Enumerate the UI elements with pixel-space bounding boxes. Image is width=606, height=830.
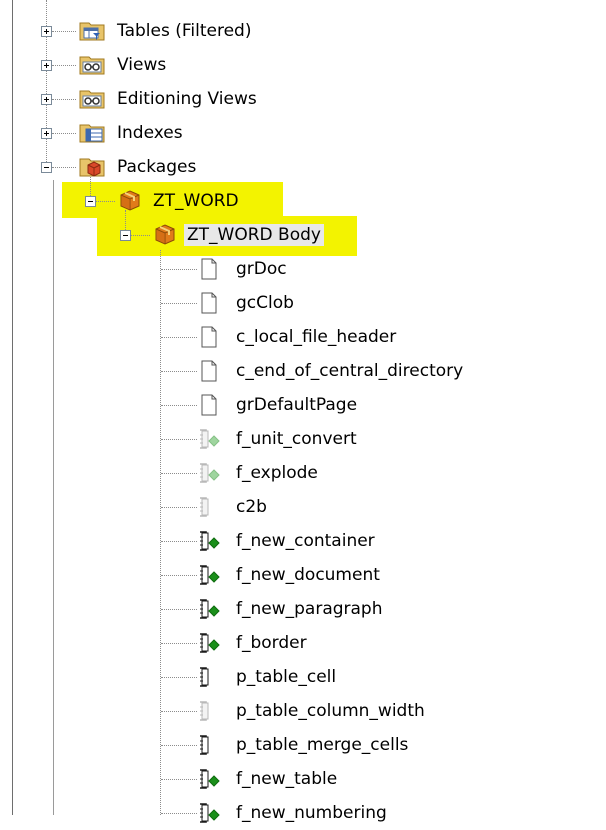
tree-node-label: p_table_merge_cells <box>236 735 409 755</box>
tree-node-label: f_new_container <box>236 531 375 551</box>
public-function-icon <box>197 564 221 586</box>
pane-left-border <box>12 0 13 815</box>
tree-node-label: grDefaultPage <box>236 395 358 415</box>
tree-node-label: Indexes <box>117 123 183 143</box>
views-icon <box>79 53 105 75</box>
tree-node-label: gcClob <box>236 293 294 313</box>
private-procedure-icon <box>197 700 221 722</box>
tree-node-label: f_new_paragraph <box>236 599 383 619</box>
packages-icon <box>79 155 105 177</box>
variable-icon <box>197 360 221 382</box>
indexes-icon <box>79 121 105 143</box>
tree-node-label: f_new_table <box>236 769 338 789</box>
tree-node-label: f_new_numbering <box>236 803 387 823</box>
tree-node-label: f_border <box>236 633 307 653</box>
tree-node-label: c_end_of_central_directory <box>236 361 464 381</box>
tree-node-label: ZT_WORD Body <box>184 224 324 246</box>
tree-node-label: Views <box>117 55 167 75</box>
indent-guide <box>53 180 54 815</box>
tree-node-label: f_unit_convert <box>236 429 357 449</box>
tree-node-label: Editioning Views <box>117 89 257 109</box>
variable-icon <box>197 258 221 280</box>
public-function-icon <box>197 632 221 654</box>
tree-node-label: f_explode <box>236 463 318 483</box>
tree-node-label: grDoc <box>236 259 287 279</box>
variable-icon <box>197 292 221 314</box>
private-function-icon <box>197 428 221 450</box>
tree-node-label: ZT_WORD <box>153 191 239 211</box>
package-icon <box>118 189 142 211</box>
tree-node-label: c2b <box>236 497 267 517</box>
editioning-views-icon <box>79 87 105 109</box>
public-function-icon <box>197 768 221 790</box>
public-function-icon <box>197 530 221 552</box>
public-function-icon <box>197 598 221 620</box>
private-procedure-icon <box>197 496 221 518</box>
private-function-icon <box>197 462 221 484</box>
variable-icon <box>197 394 221 416</box>
package-body-icon <box>153 223 177 245</box>
tree-node-label: p_table_cell <box>236 667 337 687</box>
tables-filtered-icon <box>79 19 105 41</box>
tree-node-label: Packages <box>117 157 197 177</box>
public-procedure-icon <box>197 666 221 688</box>
tree-node-label: Tables (Filtered) <box>117 21 252 41</box>
tree-node-label: p_table_column_width <box>236 701 425 721</box>
tree-node-label: c_local_file_header <box>236 327 397 347</box>
public-function-icon <box>197 802 221 824</box>
tree-node-label: f_new_document <box>236 565 380 585</box>
variable-icon <box>197 326 221 348</box>
public-procedure-icon <box>197 734 221 756</box>
